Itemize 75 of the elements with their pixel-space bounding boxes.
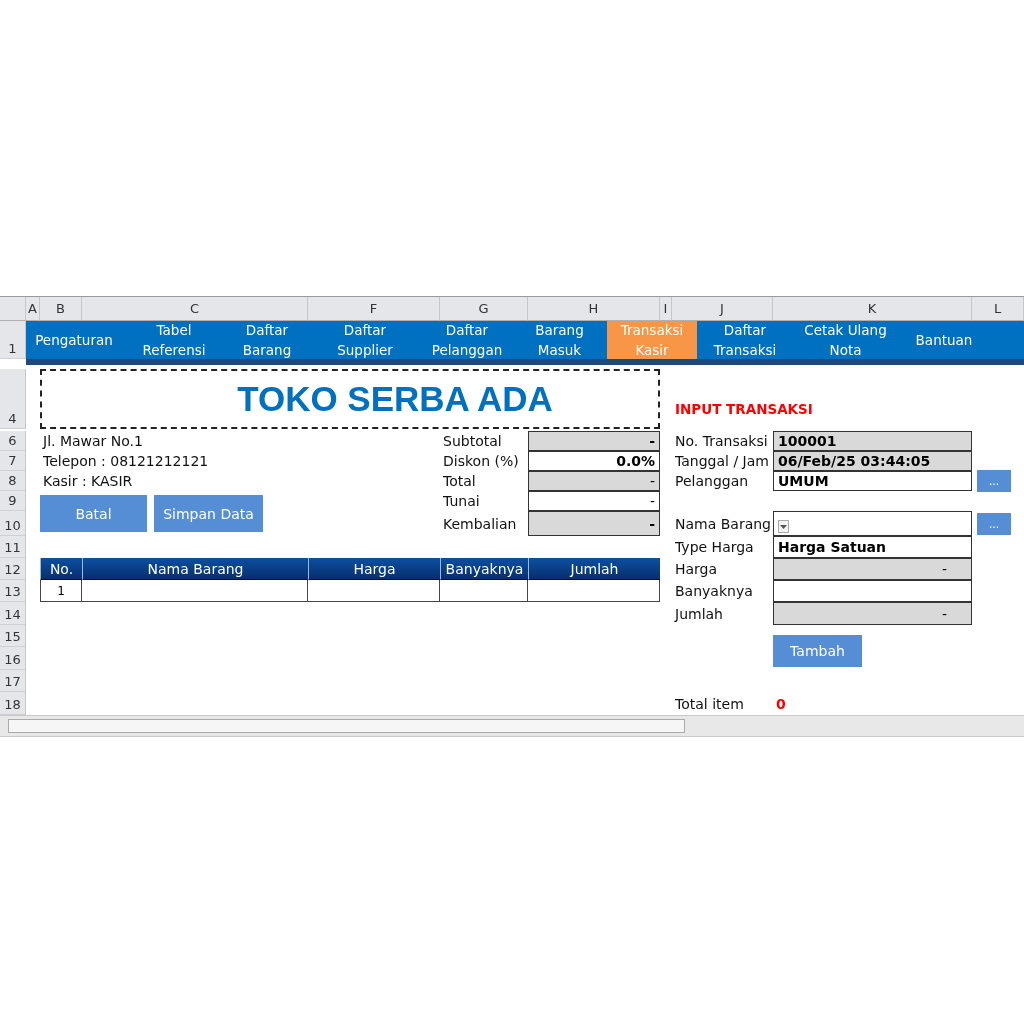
input-field[interactable]: Harga Satuan: [773, 536, 972, 558]
summary-value: -: [528, 431, 660, 451]
column-header[interactable]: G: [440, 297, 528, 321]
row-header[interactable]: 16: [0, 647, 26, 670]
table-header: Jumlah: [528, 558, 660, 580]
menu-tab[interactable]: Pengaturan: [26, 321, 122, 359]
row-header[interactable]: 15: [0, 625, 26, 647]
table-header: Harga: [308, 558, 440, 580]
row-header[interactable]: 18: [0, 692, 26, 715]
row-header[interactable]: 17: [0, 670, 26, 692]
row-header[interactable]: 4: [0, 369, 26, 429]
field-label: Harga: [674, 560, 719, 579]
field-label: Banyaknya: [674, 582, 754, 601]
table-header: Banyaknya: [440, 558, 528, 580]
column-header[interactable]: I: [660, 297, 672, 321]
input-field[interactable]: 06/Feb/25 03:44:05: [773, 451, 972, 471]
row-header[interactable]: 8: [0, 471, 26, 491]
row-header[interactable]: 6: [0, 431, 26, 451]
summary-value: -: [528, 511, 660, 536]
summary-label: Diskon (%): [442, 452, 520, 471]
field-label: No. Transaksi: [674, 432, 769, 451]
input-field[interactable]: -: [773, 602, 972, 625]
menu-tab[interactable]: Barang Masuk: [512, 321, 607, 359]
column-header[interactable]: H: [528, 297, 660, 321]
summary-label: Subtotal: [442, 432, 503, 451]
shop-info-text: Kasir : KASIR: [42, 472, 134, 491]
total-item-value: 0: [775, 694, 787, 714]
field-label: Type Harga: [674, 538, 755, 557]
total-item-label: Total item: [674, 694, 745, 714]
input-field[interactable]: [773, 580, 972, 602]
menu-tab[interactable]: Cetak Ulang Nota: [793, 321, 898, 359]
horizontal-scrollbar[interactable]: [0, 715, 1024, 737]
row-header[interactable]: 7: [0, 451, 26, 471]
menu-tab[interactable]: Daftar Transaksi: [697, 321, 793, 359]
summary-label: Total: [442, 472, 477, 491]
column-header[interactable]: A: [26, 297, 40, 321]
row-header[interactable]: 11: [0, 536, 26, 558]
field-label: Pelanggan: [674, 472, 750, 491]
shop-title: TOKO SERBA ADA: [237, 379, 553, 419]
field-label: Nama Barang: [674, 514, 772, 534]
row-header[interactable]: 10: [0, 511, 26, 536]
field-label: Jumlah: [673, 604, 724, 624]
row-header[interactable]: 12: [0, 558, 26, 580]
row-header[interactable]: 1: [0, 321, 26, 359]
column-header[interactable]: B: [40, 297, 82, 321]
menu-tab[interactable]: Daftar Supplier: [308, 321, 422, 359]
summary-label: Kembalian: [442, 514, 518, 534]
field-label: Tanggal / Jam: [674, 452, 770, 471]
row-header[interactable]: 14: [0, 602, 26, 625]
column-header[interactable]: C: [82, 297, 308, 321]
summary-value[interactable]: 0.0%: [528, 451, 660, 471]
column-header[interactable]: L: [972, 297, 1024, 321]
summary-value: -: [528, 471, 660, 491]
column-header[interactable]: J: [672, 297, 773, 321]
menu-tab[interactable]: Daftar Pelanggan: [422, 321, 512, 359]
row-header[interactable]: 13: [0, 580, 26, 602]
section-title: INPUT TRANSAKSI: [674, 400, 814, 419]
column-header[interactable]: K: [773, 297, 972, 321]
input-field[interactable]: [773, 511, 972, 536]
table-header: No.: [40, 558, 82, 580]
menu-tab[interactable]: Daftar Barang: [226, 321, 308, 359]
table-header: Nama Barang: [82, 558, 308, 580]
shop-info-text: Telepon : 08121212121: [42, 452, 210, 471]
row-header[interactable]: 9: [0, 491, 26, 511]
summary-value[interactable]: -: [528, 491, 660, 511]
scrollbar-thumb[interactable]: [8, 719, 685, 733]
input-field[interactable]: -: [773, 558, 972, 580]
shop-info-text: Jl. Mawar No.1: [41, 432, 144, 451]
input-field[interactable]: 100001: [773, 431, 972, 451]
summary-label: Tunai: [442, 492, 481, 511]
input-field[interactable]: UMUM: [773, 471, 972, 491]
column-header[interactable]: F: [308, 297, 440, 321]
menu-tab[interactable]: Bantuan: [898, 321, 990, 359]
table-cell: 1: [40, 580, 82, 602]
menu-tab[interactable]: Tabel Referensi: [122, 321, 226, 359]
